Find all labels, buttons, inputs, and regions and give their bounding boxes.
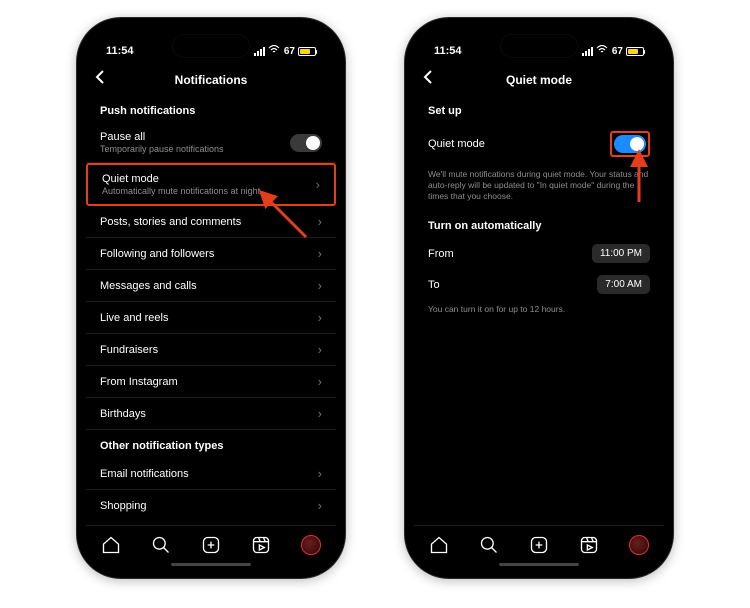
pause-label: Pause all bbox=[100, 131, 224, 143]
chevron-right-icon: › bbox=[318, 278, 322, 293]
pause-toggle[interactable] bbox=[290, 134, 322, 152]
phone-left: 11:54 67 Notifications Push notification… bbox=[77, 18, 345, 578]
battery-percent: 67 bbox=[284, 46, 295, 57]
chevron-right-icon: › bbox=[318, 406, 322, 421]
dynamic-island bbox=[501, 35, 577, 57]
label: Live and reels bbox=[100, 312, 169, 324]
wifi-icon bbox=[268, 45, 280, 57]
page-title: Quiet mode bbox=[506, 73, 572, 87]
dynamic-island bbox=[173, 35, 249, 57]
phone-right: 11:54 67 Quiet mode Set up Quiet mode bbox=[405, 18, 673, 578]
label: Posts, stories and comments bbox=[100, 216, 241, 228]
row-live[interactable]: Live and reels › bbox=[86, 302, 336, 334]
chevron-right-icon: › bbox=[318, 246, 322, 261]
label: Birthdays bbox=[100, 408, 146, 420]
wifi-icon bbox=[596, 45, 608, 57]
row-from[interactable]: From 11:00 PM bbox=[414, 238, 664, 269]
content-area: Set up Quiet mode We'll mute notificatio… bbox=[414, 95, 664, 525]
navbar: Quiet mode bbox=[414, 65, 664, 95]
chevron-right-icon: › bbox=[318, 310, 322, 325]
row-to[interactable]: To 7:00 AM bbox=[414, 269, 664, 300]
battery-icon bbox=[298, 47, 316, 56]
from-label: From bbox=[428, 248, 454, 260]
page-title: Notifications bbox=[175, 73, 248, 87]
row-quiet-toggle: Quiet mode bbox=[414, 123, 664, 165]
row-messages[interactable]: Messages and calls › bbox=[86, 270, 336, 302]
status-right: 67 bbox=[254, 45, 316, 57]
reels-tab[interactable] bbox=[250, 534, 272, 556]
chevron-right-icon: › bbox=[316, 177, 320, 192]
back-button[interactable] bbox=[94, 69, 106, 90]
chevron-right-icon: › bbox=[318, 214, 322, 229]
content-area: Push notifications Pause all Temporarily… bbox=[86, 95, 336, 525]
from-time[interactable]: 11:00 PM bbox=[592, 244, 650, 263]
battery-percent: 67 bbox=[612, 46, 623, 57]
row-from-instagram[interactable]: From Instagram › bbox=[86, 366, 336, 398]
to-time[interactable]: 7:00 AM bbox=[597, 275, 650, 294]
status-right: 67 bbox=[582, 45, 644, 57]
label: From Instagram bbox=[100, 376, 178, 388]
row-shopping[interactable]: Shopping › bbox=[86, 490, 336, 521]
pause-sub: Temporarily pause notifications bbox=[100, 144, 224, 154]
label: Fundraisers bbox=[100, 344, 158, 356]
chevron-right-icon: › bbox=[318, 498, 322, 513]
quiet-desc: We'll mute notifications during quiet mo… bbox=[414, 165, 664, 210]
home-tab[interactable] bbox=[428, 534, 450, 556]
profile-tab[interactable] bbox=[628, 534, 650, 556]
navbar: Notifications bbox=[86, 65, 336, 95]
cellular-icon bbox=[582, 47, 593, 56]
section-push: Push notifications bbox=[86, 95, 336, 123]
home-tab[interactable] bbox=[100, 534, 122, 556]
create-tab[interactable] bbox=[200, 534, 222, 556]
row-following[interactable]: Following and followers › bbox=[86, 238, 336, 270]
chevron-right-icon: › bbox=[318, 374, 322, 389]
section-other: Other notification types bbox=[86, 430, 336, 458]
duration-note: You can turn it on for up to 12 hours. bbox=[414, 300, 664, 323]
label: Following and followers bbox=[100, 248, 214, 260]
row-birthdays[interactable]: Birthdays › bbox=[86, 398, 336, 430]
avatar bbox=[301, 535, 321, 555]
screen-right: 11:54 67 Quiet mode Set up Quiet mode bbox=[414, 27, 664, 569]
statusbar-time: 11:54 bbox=[106, 45, 134, 57]
search-tab[interactable] bbox=[478, 534, 500, 556]
battery-icon bbox=[626, 47, 644, 56]
label: Shopping bbox=[100, 500, 147, 512]
quiet-sub: Automatically mute notifications at nigh… bbox=[102, 186, 260, 196]
quiet-mode-toggle[interactable] bbox=[614, 135, 646, 153]
row-pause-all[interactable]: Pause all Temporarily pause notification… bbox=[86, 123, 336, 163]
label: Messages and calls bbox=[100, 280, 197, 292]
profile-tab[interactable] bbox=[300, 534, 322, 556]
section-setup: Set up bbox=[414, 95, 664, 123]
section-auto: Turn on automatically bbox=[414, 210, 664, 238]
home-indicator bbox=[171, 563, 251, 566]
create-tab[interactable] bbox=[528, 534, 550, 556]
chevron-right-icon: › bbox=[318, 342, 322, 357]
chevron-right-icon: › bbox=[318, 466, 322, 481]
quiet-label: Quiet mode bbox=[102, 173, 260, 185]
toggle-label: Quiet mode bbox=[428, 138, 485, 150]
search-tab[interactable] bbox=[150, 534, 172, 556]
statusbar-time: 11:54 bbox=[434, 45, 462, 57]
screen-left: 11:54 67 Notifications Push notification… bbox=[86, 27, 336, 569]
row-fundraisers[interactable]: Fundraisers › bbox=[86, 334, 336, 366]
back-button[interactable] bbox=[422, 69, 434, 90]
to-label: To bbox=[428, 279, 440, 291]
row-email[interactable]: Email notifications › bbox=[86, 458, 336, 490]
label: Email notifications bbox=[100, 468, 189, 480]
row-quiet-mode[interactable]: Quiet mode Automatically mute notificati… bbox=[86, 163, 336, 206]
avatar bbox=[629, 535, 649, 555]
cellular-icon bbox=[254, 47, 265, 56]
row-posts[interactable]: Posts, stories and comments › bbox=[86, 206, 336, 238]
home-indicator bbox=[499, 563, 579, 566]
reels-tab[interactable] bbox=[578, 534, 600, 556]
